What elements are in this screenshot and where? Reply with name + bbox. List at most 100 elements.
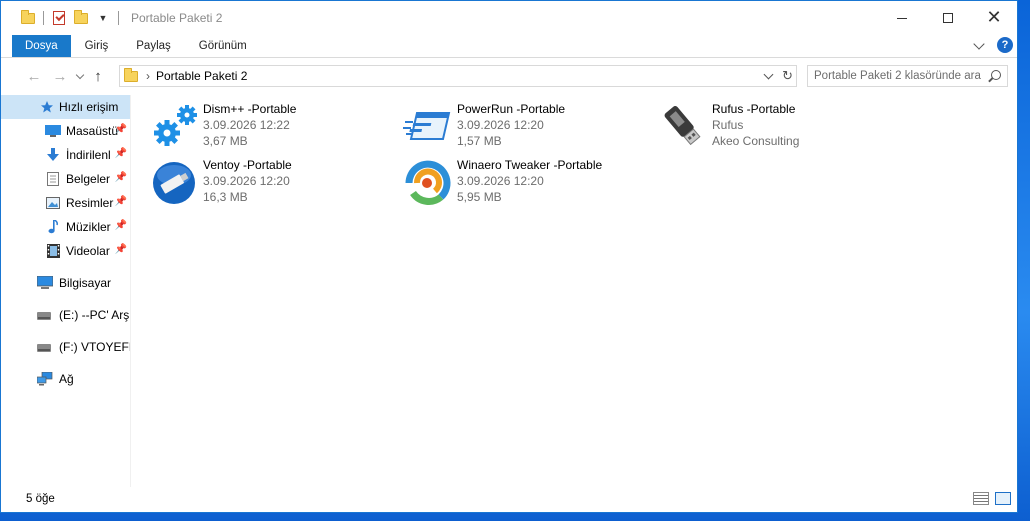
address-bar[interactable]: › Portable Paketi 2 ↻ bbox=[119, 65, 797, 87]
sidebar-item-label: Belgeler bbox=[66, 172, 111, 186]
file-company: Akeo Consulting bbox=[712, 134, 800, 148]
sidebar-item-drive-e[interactable]: (E:) --PC' Arşi bbox=[1, 303, 130, 327]
drive-icon bbox=[37, 344, 51, 352]
usb-drive-icon bbox=[664, 105, 701, 146]
search-input[interactable]: Portable Paketi 2 klasöründe ara bbox=[807, 65, 1008, 87]
customize-toolbar-icon[interactable]: ▼ bbox=[96, 11, 110, 25]
pin-icon: 📌 bbox=[114, 196, 127, 207]
list-item[interactable]: Rufus -Portable Rufus Akeo Consulting bbox=[650, 97, 900, 153]
sidebar-item-pictures[interactable]: Resimler 📌 bbox=[1, 191, 130, 215]
search-icon bbox=[991, 70, 1001, 80]
pin-icon: 📌 bbox=[114, 124, 127, 135]
computer-icon bbox=[37, 276, 53, 289]
file-date: 3.09.2026 12:22 bbox=[203, 118, 290, 132]
desktop-icon bbox=[45, 125, 61, 137]
maximize-button[interactable] bbox=[925, 1, 971, 35]
sidebar-item-label: (F:) VTOYEFI bbox=[59, 340, 130, 354]
address-row: ← → ↑ › Portable Paketi 2 ↻ Portable Pak… bbox=[1, 58, 1017, 94]
list-item[interactable]: Winaero Tweaker -Portable 3.09.2026 12:2… bbox=[395, 153, 645, 209]
address-dropdown-icon[interactable] bbox=[763, 69, 774, 80]
folder-icon bbox=[124, 67, 138, 83]
file-name: Dism++ -Portable bbox=[203, 102, 297, 116]
sidebar-item-downloads[interactable]: İndirilenl 📌 bbox=[1, 143, 130, 167]
sidebar-item-label: Müzikler bbox=[66, 220, 111, 234]
sidebar-item-quick-access[interactable]: Hızlı erişim bbox=[1, 95, 130, 119]
back-arrow-icon[interactable]: ← bbox=[23, 65, 45, 87]
navigation-pane: Hızlı erişim Masaüstü 📌 İndirilenl 📌 Bel… bbox=[1, 95, 131, 487]
recent-locations-icon[interactable] bbox=[75, 70, 85, 79]
details-view-icon[interactable] bbox=[973, 492, 989, 505]
sidebar-item-music[interactable]: Müzikler 📌 bbox=[1, 215, 130, 239]
list-item[interactable]: PowerRun -Portable 3.09.2026 12:20 1,57 … bbox=[395, 97, 645, 153]
expand-ribbon-icon[interactable] bbox=[973, 37, 985, 50]
title-bar: ▼ Portable Paketi 2 ✕ bbox=[1, 1, 1017, 35]
file-name: PowerRun -Portable bbox=[457, 102, 566, 116]
forward-arrow-icon[interactable]: → bbox=[49, 65, 71, 87]
sidebar-item-label: Ağ bbox=[59, 372, 74, 386]
ventoy-icon bbox=[153, 162, 195, 204]
list-item[interactable]: Ventoy -Portable 3.09.2026 12:20 16,3 MB bbox=[141, 153, 391, 209]
explorer-window: ▼ Portable Paketi 2 ✕ Dosya Giriş Paylaş… bbox=[0, 0, 1018, 513]
sidebar-item-documents[interactable]: Belgeler 📌 bbox=[1, 167, 130, 191]
item-count: 5 öğe bbox=[26, 493, 55, 505]
folder-icon bbox=[21, 9, 35, 25]
breadcrumb-separator: › bbox=[146, 69, 150, 83]
network-icon bbox=[37, 372, 53, 386]
ribbon-tabs: Dosya Giriş Paylaş Görünüm ? bbox=[1, 35, 1017, 58]
properties-icon[interactable] bbox=[52, 11, 66, 25]
powerrun-icon bbox=[403, 112, 451, 140]
status-bar: 5 öğe bbox=[1, 486, 1017, 512]
close-button[interactable]: ✕ bbox=[971, 1, 1017, 35]
sidebar-item-desktop[interactable]: Masaüstü 📌 bbox=[1, 119, 130, 143]
sidebar-item-label: (E:) --PC' Arşi bbox=[59, 308, 130, 322]
minimize-button[interactable] bbox=[879, 1, 925, 35]
file-size: 1,57 MB bbox=[457, 134, 502, 148]
file-size: 3,67 MB bbox=[203, 134, 248, 148]
divider bbox=[118, 11, 119, 25]
download-icon bbox=[47, 148, 59, 161]
ribbon-right: ? bbox=[973, 37, 1013, 53]
up-arrow-icon[interactable]: ↑ bbox=[87, 65, 109, 87]
file-name: Rufus -Portable bbox=[712, 102, 796, 116]
file-description: Rufus bbox=[712, 118, 744, 132]
music-icon bbox=[48, 220, 58, 234]
sidebar-item-label: Resimler bbox=[66, 196, 114, 210]
gears-icon bbox=[154, 105, 197, 146]
sidebar-item-drive-f[interactable]: (F:) VTOYEFI bbox=[1, 335, 130, 359]
tab-file[interactable]: Dosya bbox=[12, 35, 71, 57]
video-icon bbox=[47, 244, 60, 258]
help-icon[interactable]: ? bbox=[997, 37, 1013, 53]
sidebar-item-network[interactable]: Ağ bbox=[1, 367, 130, 391]
list-item[interactable]: Dism++ -Portable 3.09.2026 12:22 3,67 MB bbox=[141, 97, 391, 153]
file-list: Dism++ -Portable 3.09.2026 12:22 3,67 MB… bbox=[141, 97, 1011, 487]
drive-icon bbox=[37, 312, 51, 320]
sidebar-item-label: Masaüstü bbox=[66, 124, 119, 138]
file-size: 16,3 MB bbox=[203, 190, 248, 204]
sidebar-item-label: İndirilenl bbox=[66, 148, 111, 162]
tab-share[interactable]: Paylaş bbox=[122, 35, 185, 57]
large-icons-view-icon[interactable] bbox=[995, 492, 1011, 505]
view-switcher bbox=[973, 492, 1011, 505]
pictures-icon bbox=[46, 197, 60, 209]
sidebar-item-label: Videolar bbox=[66, 244, 110, 258]
window-controls: ✕ bbox=[879, 1, 1017, 35]
breadcrumb[interactable]: Portable Paketi 2 bbox=[156, 69, 247, 83]
new-folder-icon[interactable] bbox=[74, 9, 88, 25]
pin-icon: 📌 bbox=[114, 244, 127, 255]
sidebar-item-videos[interactable]: Videolar 📌 bbox=[1, 239, 130, 263]
tab-home[interactable]: Giriş bbox=[71, 35, 123, 57]
winaero-icon bbox=[405, 160, 451, 205]
divider bbox=[43, 11, 44, 25]
sidebar-item-computer[interactable]: Bilgisayar bbox=[1, 271, 130, 295]
pin-icon: 📌 bbox=[114, 220, 127, 231]
star-icon bbox=[41, 101, 53, 113]
pin-icon: 📌 bbox=[114, 172, 127, 183]
documents-icon bbox=[47, 172, 59, 186]
tab-view[interactable]: Görünüm bbox=[185, 35, 261, 57]
file-name: Ventoy -Portable bbox=[203, 158, 292, 172]
file-date: 3.09.2026 12:20 bbox=[203, 174, 290, 188]
refresh-icon[interactable]: ↻ bbox=[782, 68, 793, 84]
window-title: Portable Paketi 2 bbox=[131, 11, 223, 25]
sidebar-item-label: Bilgisayar bbox=[59, 276, 112, 290]
sidebar-item-label: Hızlı erişim bbox=[59, 100, 119, 114]
